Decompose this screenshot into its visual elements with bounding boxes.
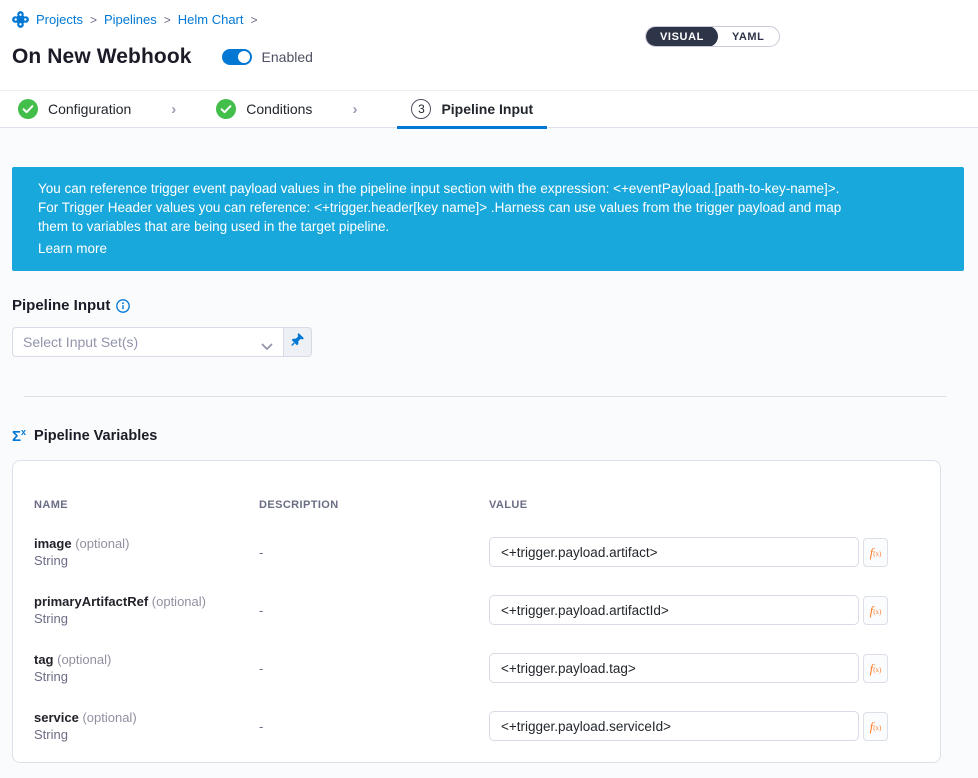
column-header-value: VALUE — [489, 499, 920, 511]
breadcrumb: Projects > Pipelines > Helm Chart > — [12, 11, 966, 28]
chevron-down-icon — [261, 338, 273, 346]
enabled-label: Enabled — [262, 49, 313, 65]
variable-value-input[interactable] — [489, 711, 859, 741]
variable-description: - — [259, 545, 489, 560]
check-circle-icon — [18, 99, 38, 119]
pipeline-input-panel: You can reference trigger event payload … — [0, 128, 978, 778]
pipeline-input-heading: Pipeline Input — [12, 297, 110, 314]
table-row: primaryArtifactRef (optional) String - f… — [34, 581, 920, 639]
variable-type: String — [34, 552, 259, 569]
breadcrumb-projects[interactable]: Projects — [36, 12, 83, 27]
toggle-knob — [238, 51, 250, 63]
variable-description: - — [259, 661, 489, 676]
variable-type: String — [34, 610, 259, 627]
tab-label: Pipeline Input — [441, 101, 533, 117]
pipeline-variables-heading: Pipeline Variables — [34, 428, 157, 444]
enabled-toggle[interactable] — [222, 49, 252, 65]
variable-name: primaryArtifactRef — [34, 594, 148, 609]
expression-fx-button[interactable]: f(x) — [863, 654, 888, 683]
table-row: service (optional) String - f(x) — [34, 697, 920, 755]
visual-mode-button[interactable]: VISUAL — [646, 26, 718, 47]
check-circle-icon — [216, 99, 236, 119]
pin-icon — [290, 332, 305, 352]
column-header-name: NAME — [34, 499, 259, 511]
tab-conditions[interactable]: Conditions — [216, 90, 312, 128]
chevron-right-icon: › — [171, 101, 176, 118]
pin-input-set-button[interactable] — [284, 327, 312, 357]
breadcrumb-separator: > — [90, 13, 97, 27]
tab-pipeline-input[interactable]: 3 Pipeline Input — [397, 90, 547, 128]
view-mode-switch: VISUAL YAML — [645, 26, 780, 47]
breadcrumb-separator: > — [164, 13, 171, 27]
expression-fx-button[interactable]: f(x) — [863, 712, 888, 741]
variable-value-input[interactable] — [489, 653, 859, 683]
banner-text-line: them to variables that are being used in… — [38, 217, 938, 236]
info-icon[interactable] — [116, 299, 130, 313]
breadcrumb-helm-chart[interactable]: Helm Chart — [178, 12, 244, 27]
page-header: Projects > Pipelines > Helm Chart > On N… — [0, 0, 978, 90]
expression-fx-button[interactable]: f(x) — [863, 596, 888, 625]
wizard-tabbar: Configuration › Conditions › 3 Pipeline … — [0, 90, 978, 128]
variable-type: String — [34, 726, 259, 743]
input-set-select-value[interactable] — [23, 334, 261, 350]
expression-fx-button[interactable]: f(x) — [863, 538, 888, 567]
variable-value-input[interactable] — [489, 595, 859, 625]
tab-label: Conditions — [246, 101, 312, 117]
info-banner: You can reference trigger event payload … — [12, 167, 964, 271]
variable-description: - — [259, 603, 489, 618]
variable-value-input[interactable] — [489, 537, 859, 567]
variable-optional-tag: (optional) — [75, 536, 129, 551]
chevron-right-icon: › — [352, 101, 357, 118]
learn-more-link[interactable]: Learn more — [38, 239, 107, 258]
banner-text-line: For Trigger Header values you can refere… — [38, 198, 938, 217]
banner-text-line: You can reference trigger event payload … — [38, 179, 938, 198]
tab-label: Configuration — [48, 101, 131, 117]
input-set-select[interactable] — [12, 327, 284, 357]
variables-sigma-icon: Σx — [12, 428, 26, 444]
column-header-description: DESCRIPTION — [259, 499, 489, 511]
variable-type: String — [34, 668, 259, 685]
section-divider — [24, 396, 946, 397]
table-row: image (optional) String - f(x) — [34, 523, 920, 581]
variable-name: service — [34, 710, 79, 725]
variable-optional-tag: (optional) — [82, 710, 136, 725]
variable-description: - — [259, 719, 489, 734]
table-row: tag (optional) String - f(x) — [34, 639, 920, 697]
page-title: On New Webhook — [12, 45, 192, 69]
variable-optional-tag: (optional) — [57, 652, 111, 667]
variable-name: tag — [34, 652, 54, 667]
variable-name: image — [34, 536, 72, 551]
breadcrumb-separator: > — [251, 13, 258, 27]
variable-optional-tag: (optional) — [152, 594, 206, 609]
step-number-badge: 3 — [411, 99, 431, 119]
tab-configuration[interactable]: Configuration — [18, 90, 131, 128]
yaml-mode-button[interactable]: YAML — [718, 26, 779, 47]
breadcrumb-pipelines[interactable]: Pipelines — [104, 12, 157, 27]
variables-table-body: image (optional) String - f(x) primaryAr… — [34, 523, 920, 755]
harness-projects-icon — [12, 11, 29, 28]
pipeline-variables-card: NAME DESCRIPTION VALUE image (optional) … — [12, 460, 941, 763]
variables-table-header: NAME DESCRIPTION VALUE — [34, 499, 920, 511]
